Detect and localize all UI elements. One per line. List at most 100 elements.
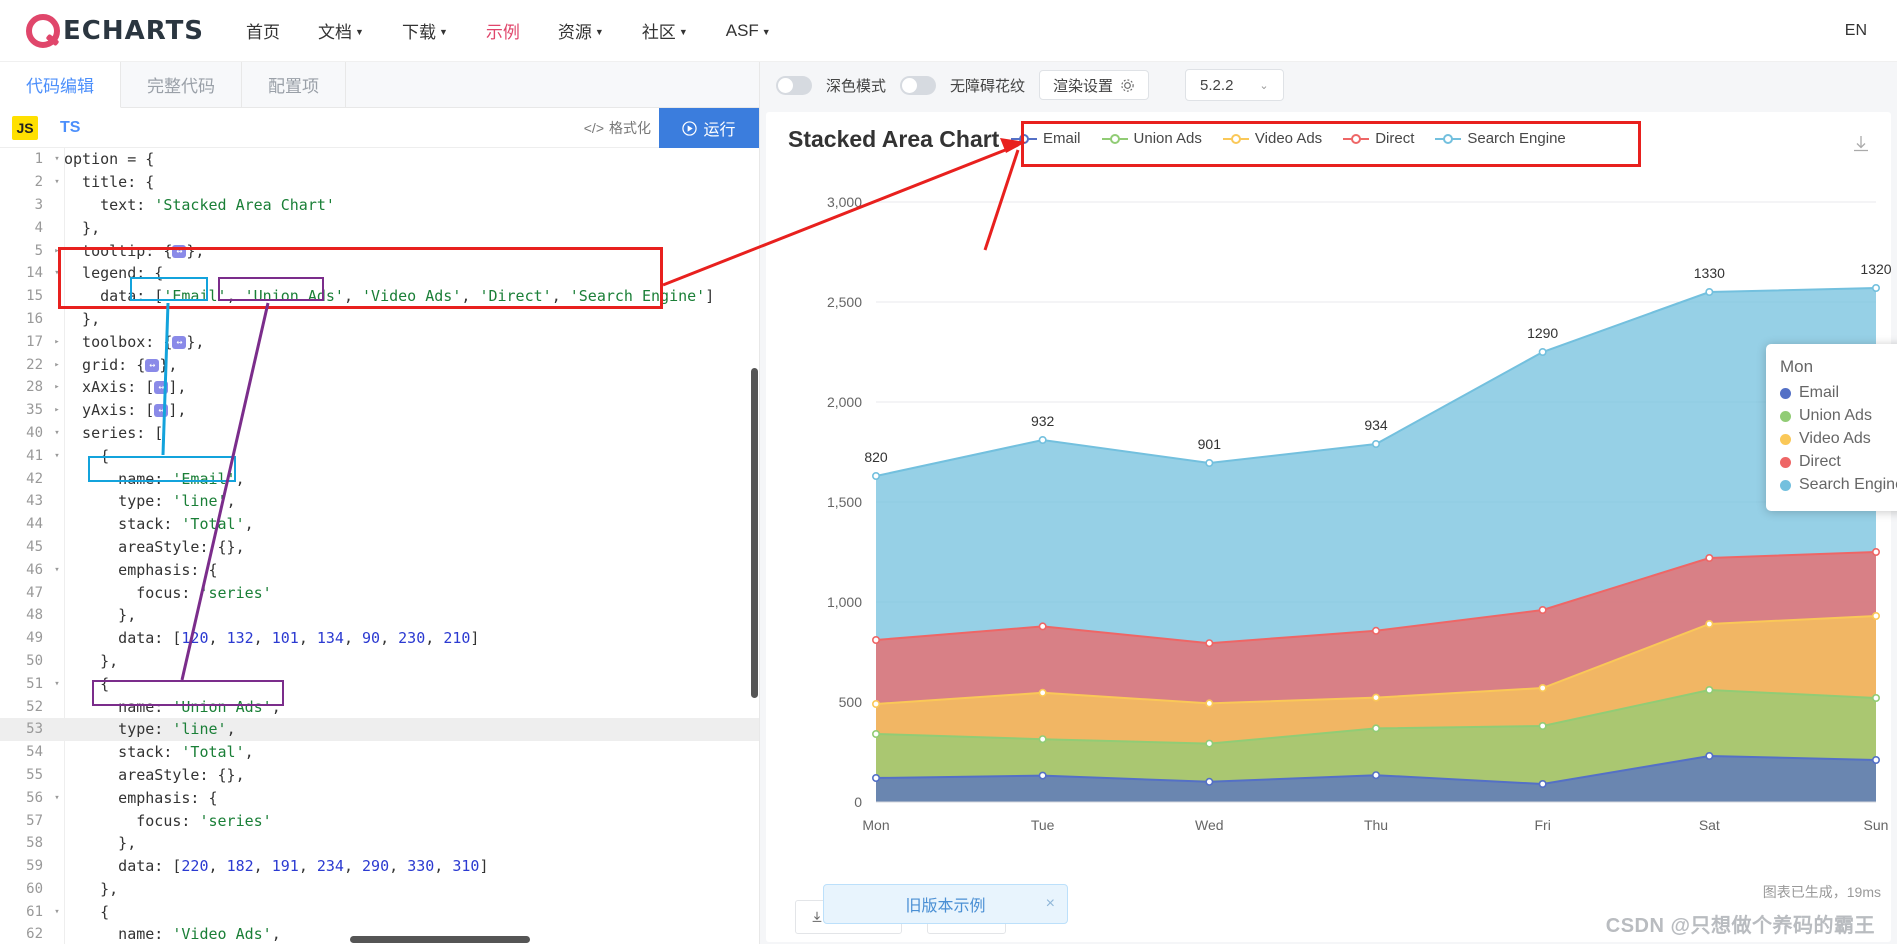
data-point[interactable] [1371, 771, 1380, 780]
code-line: 54 stack: 'Total', [0, 741, 759, 764]
data-point[interactable] [1705, 288, 1714, 297]
y-axis-tick: 1,000 [827, 594, 862, 610]
close-icon[interactable]: × [1046, 895, 1055, 913]
tab-options[interactable]: 配置项 [242, 62, 346, 107]
chart-plot[interactable]: 0 500 1,000 1,500 2,000 2,500 3,000 820 932 901 93… [766, 172, 1891, 942]
stacked-area-chart[interactable]: 0 500 1,000 1,500 2,000 2,500 3,000 820 932 901 93… [766, 172, 1891, 932]
nav-item-docs[interactable]: 文档 ▼ [318, 0, 364, 63]
data-point[interactable] [1538, 683, 1547, 692]
data-point[interactable] [872, 729, 881, 738]
data-point[interactable] [1538, 721, 1547, 730]
data-point[interactable] [1205, 777, 1214, 786]
data-point[interactable] [1705, 751, 1714, 760]
dark-mode-toggle[interactable] [776, 75, 812, 95]
data-point[interactable] [1371, 439, 1380, 448]
data-point[interactable] [1872, 755, 1881, 764]
code-lines: 1 ▾ option = {2 ▾ title: {3 text: 'Stacked … [0, 148, 759, 944]
code-text: }, [64, 309, 101, 328]
nav-item-resources[interactable]: 资源 ▼ [558, 0, 604, 63]
data-point[interactable] [872, 635, 881, 644]
data-point[interactable] [1205, 739, 1214, 748]
nav-item-examples[interactable]: 示例 [486, 0, 520, 63]
data-point[interactable] [1038, 735, 1047, 744]
fold-toggle-icon[interactable]: ▾ [50, 451, 64, 461]
code-line: 51 ▾ { [0, 672, 759, 695]
nav-item-home[interactable]: 首页 [246, 0, 280, 63]
code-editor[interactable]: 1 ▾ option = {2 ▾ title: {3 text: 'Stacked … [0, 148, 759, 944]
data-point[interactable] [1038, 435, 1047, 444]
fold-toggle-icon[interactable]: ▾ [50, 428, 64, 438]
data-point[interactable] [1371, 693, 1380, 702]
fold-toggle-icon[interactable]: ▾ [50, 177, 64, 187]
nav-item-community[interactable]: 社区 ▼ [642, 0, 688, 63]
line-number: 2 [34, 174, 43, 191]
fold-toggle-icon[interactable]: ▾ [50, 793, 64, 803]
legend-item-union-ads[interactable]: Union Ads [1101, 130, 1202, 147]
fold-toggle-icon[interactable]: ▸ [50, 246, 64, 256]
data-point[interactable] [1371, 724, 1380, 733]
code-line: 1 ▾ option = { [0, 148, 759, 171]
data-point[interactable] [1705, 553, 1714, 562]
tab-full-code[interactable]: 完整代码 [121, 62, 242, 107]
fold-toggle-icon[interactable]: ▸ [50, 360, 64, 370]
fold-toggle-icon[interactable]: ▸ [50, 405, 64, 415]
chart-title: Stacked Area Chart [788, 126, 1000, 152]
legend-item-video-ads[interactable]: Video Ads [1222, 130, 1322, 147]
code-text: }, [64, 606, 137, 625]
chevron-down-icon: ▼ [355, 27, 364, 37]
nav-item-download[interactable]: 下载 ▼ [402, 0, 448, 63]
editor-horizontal-scrollbar[interactable] [0, 935, 759, 944]
nav-item-asf[interactable]: ASF ▼ [726, 1, 771, 61]
format-code-button[interactable]: </> 格式化 [584, 118, 651, 138]
data-point[interactable] [872, 699, 881, 708]
tooltip-series-name: Direct [1799, 453, 1841, 470]
fold-toggle-icon[interactable]: ▾ [50, 268, 64, 278]
legend-item-email[interactable]: Email [1011, 130, 1081, 147]
data-point[interactable] [1038, 771, 1047, 780]
run-button[interactable]: 运行 [659, 108, 759, 148]
data-point[interactable] [1538, 605, 1547, 614]
data-point[interactable] [872, 773, 881, 782]
data-point[interactable] [1205, 458, 1214, 467]
data-point[interactable] [1538, 779, 1547, 788]
line-number: 28 [26, 379, 43, 396]
tooltip-rows: Email120 Union Ads220 Video Ads150 Direct32… [1780, 384, 1897, 494]
fold-toggle-icon[interactable]: ▾ [50, 907, 64, 917]
x-axis-tick: Fri [1535, 817, 1551, 833]
data-point[interactable] [1371, 626, 1380, 635]
echarts-logo[interactable]: ECHARTS [26, 13, 204, 48]
render-settings-button[interactable]: 渲染设置 [1039, 70, 1150, 100]
fold-toggle-icon[interactable]: ▸ [50, 382, 64, 392]
lang-ts-button[interactable]: TS [60, 119, 80, 137]
legend-item-direct[interactable]: Direct [1343, 130, 1414, 147]
data-point[interactable] [1872, 611, 1881, 620]
legend-item-search-engine[interactable]: Search Engine [1435, 130, 1566, 147]
data-point[interactable] [1872, 547, 1881, 556]
line-number: 48 [26, 607, 43, 624]
fold-toggle-icon[interactable]: ▾ [50, 154, 64, 164]
data-point[interactable] [872, 471, 881, 480]
data-point[interactable] [1205, 639, 1214, 648]
fold-toggle-icon[interactable]: ▾ [50, 565, 64, 575]
legend-marker-icon [1101, 132, 1128, 146]
data-point[interactable] [1705, 685, 1714, 694]
data-point[interactable] [1038, 688, 1047, 697]
lang-js-badge[interactable]: JS [12, 115, 38, 140]
editor-vertical-scrollbar[interactable] [750, 148, 759, 944]
data-point[interactable] [1038, 622, 1047, 631]
data-point[interactable] [1872, 284, 1881, 293]
data-point[interactable] [1538, 348, 1547, 357]
fold-toggle-icon[interactable]: ▸ [50, 337, 64, 347]
accessible-pattern-toggle[interactable] [900, 75, 937, 95]
data-label: 1320 [1860, 261, 1891, 277]
data-point[interactable] [1705, 619, 1714, 628]
version-select[interactable]: 5.2.2 ⌄ [1185, 69, 1284, 101]
download-icon[interactable] [1851, 134, 1871, 154]
tab-code-editor[interactable]: 代码编辑 [0, 62, 121, 108]
preview-toolbar: 深色模式 无障碍花纹 渲染设置 5.2.2 ⌄ [760, 62, 1897, 108]
data-point[interactable] [1872, 693, 1881, 702]
fold-toggle-icon[interactable]: ▾ [50, 679, 64, 689]
code-line: 47 focus: 'series' [0, 581, 759, 604]
data-point[interactable] [1205, 699, 1214, 708]
language-switch[interactable]: EN [1845, 22, 1871, 40]
